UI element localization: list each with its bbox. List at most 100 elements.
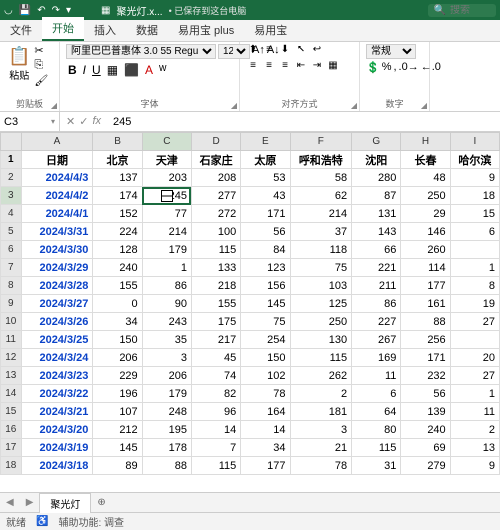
cell[interactable]: 115: [290, 349, 352, 367]
cell[interactable]: 77: [142, 205, 191, 223]
percent-icon[interactable]: %: [382, 61, 392, 74]
cell[interactable]: [450, 241, 499, 259]
cell[interactable]: 86: [142, 277, 191, 295]
cell[interactable]: 118: [290, 241, 352, 259]
cell[interactable]: 161: [401, 295, 450, 313]
cell[interactable]: 2: [290, 385, 352, 403]
cell[interactable]: 74: [191, 367, 240, 385]
cell[interactable]: 37: [290, 223, 352, 241]
column-header[interactable]: C: [142, 133, 191, 151]
align-left-icon[interactable]: ≡: [246, 60, 260, 74]
cell[interactable]: 2024/3/20: [21, 421, 93, 439]
cell[interactable]: 7: [191, 439, 240, 457]
cell[interactable]: 14: [241, 421, 290, 439]
font-name-select[interactable]: 阿里巴巴普惠体 3.0 55 Regu: [66, 44, 216, 59]
cell[interactable]: 96: [191, 403, 240, 421]
cell[interactable]: 2024/3/26: [21, 313, 93, 331]
cell[interactable]: 2024/3/19: [21, 439, 93, 457]
cell[interactable]: 15: [450, 205, 499, 223]
cell[interactable]: 102: [241, 367, 290, 385]
row-header[interactable]: 3: [1, 187, 22, 205]
row-header[interactable]: 1: [1, 151, 22, 169]
row-header[interactable]: 12: [1, 349, 22, 367]
column-header[interactable]: A: [21, 133, 93, 151]
cell[interactable]: 218: [191, 277, 240, 295]
cell[interactable]: 1: [142, 259, 191, 277]
cell[interactable]: 196: [93, 385, 142, 403]
cell[interactable]: 115: [191, 457, 240, 475]
cell[interactable]: 2024/3/27: [21, 295, 93, 313]
cell[interactable]: 2024/4/3: [21, 169, 93, 187]
cell[interactable]: 267: [352, 331, 401, 349]
header-cell[interactable]: 呼和浩特: [290, 151, 352, 169]
align-top-icon[interactable]: ⬆: [246, 44, 260, 58]
add-sheet-button[interactable]: ⊕: [91, 497, 111, 508]
cell[interactable]: 9: [450, 457, 499, 475]
cell[interactable]: 90: [142, 295, 191, 313]
cell[interactable]: 103: [290, 277, 352, 295]
row-header[interactable]: 2: [1, 169, 22, 187]
cell[interactable]: 66: [352, 241, 401, 259]
fill-color-button[interactable]: ⬛: [122, 63, 141, 77]
cell[interactable]: 21: [290, 439, 352, 457]
cell[interactable]: 78: [290, 457, 352, 475]
cut-icon[interactable]: ✂: [34, 44, 48, 57]
cell[interactable]: 123: [241, 259, 290, 277]
cell[interactable]: 211: [352, 277, 401, 295]
row-header[interactable]: 8: [1, 277, 22, 295]
row-header[interactable]: 6: [1, 241, 22, 259]
header-cell[interactable]: 哈尔滨: [450, 151, 499, 169]
cell[interactable]: 150: [241, 349, 290, 367]
chevron-down-icon[interactable]: ▾: [51, 117, 55, 126]
cell[interactable]: 155: [191, 295, 240, 313]
cell[interactable]: 3: [142, 349, 191, 367]
redo-icon[interactable]: ↷: [52, 5, 60, 16]
align-middle-icon[interactable]: ≡: [262, 44, 276, 58]
cell[interactable]: 27: [450, 367, 499, 385]
column-header[interactable]: B: [93, 133, 142, 151]
qat-dropdown-icon[interactable]: ▾: [66, 5, 71, 16]
cell[interactable]: 45: [191, 349, 240, 367]
cell[interactable]: 2024/3/29: [21, 259, 93, 277]
cell[interactable]: 229: [93, 367, 142, 385]
cell[interactable]: 169: [352, 349, 401, 367]
increase-decimal-icon[interactable]: .0→: [399, 61, 419, 74]
header-cell[interactable]: 太原: [241, 151, 290, 169]
cell[interactable]: 143: [352, 223, 401, 241]
cell[interactable]: 53: [241, 169, 290, 187]
cell[interactable]: 48: [401, 169, 450, 187]
cell[interactable]: 130: [290, 331, 352, 349]
cell[interactable]: 156: [241, 277, 290, 295]
cell[interactable]: 88: [401, 313, 450, 331]
cell[interactable]: 155: [93, 277, 142, 295]
border-button[interactable]: ▦: [105, 63, 120, 77]
cell[interactable]: 11: [450, 403, 499, 421]
cell[interactable]: 2: [450, 421, 499, 439]
dialog-launcher-icon[interactable]: ◢: [51, 101, 57, 110]
cell[interactable]: 214: [290, 205, 352, 223]
cell[interactable]: 84: [241, 241, 290, 259]
row-header[interactable]: 16: [1, 421, 22, 439]
cell[interactable]: 171: [241, 205, 290, 223]
cell[interactable]: 82: [191, 385, 240, 403]
tab-eyb[interactable]: 易用宝: [244, 19, 297, 41]
cell[interactable]: 174: [93, 187, 142, 205]
underline-button[interactable]: U: [90, 63, 103, 77]
cell[interactable]: 146: [401, 223, 450, 241]
cell[interactable]: 18: [450, 187, 499, 205]
comma-icon[interactable]: ,: [393, 61, 396, 74]
cell[interactable]: 221: [352, 259, 401, 277]
header-cell[interactable]: 长春: [401, 151, 450, 169]
cell[interactable]: 56: [241, 223, 290, 241]
search-box[interactable]: 🔍: [428, 4, 496, 17]
cell[interactable]: 88: [142, 457, 191, 475]
cell[interactable]: 248: [142, 403, 191, 421]
cell[interactable]: 87: [352, 187, 401, 205]
column-header[interactable]: F: [290, 133, 352, 151]
row-header[interactable]: 18: [1, 457, 22, 475]
cell[interactable]: 133: [191, 259, 240, 277]
cell[interactable]: 232: [401, 367, 450, 385]
tab-eyb-plus[interactable]: 易用宝 plus: [168, 19, 244, 41]
cell[interactable]: 62: [290, 187, 352, 205]
name-box-input[interactable]: [4, 116, 51, 128]
